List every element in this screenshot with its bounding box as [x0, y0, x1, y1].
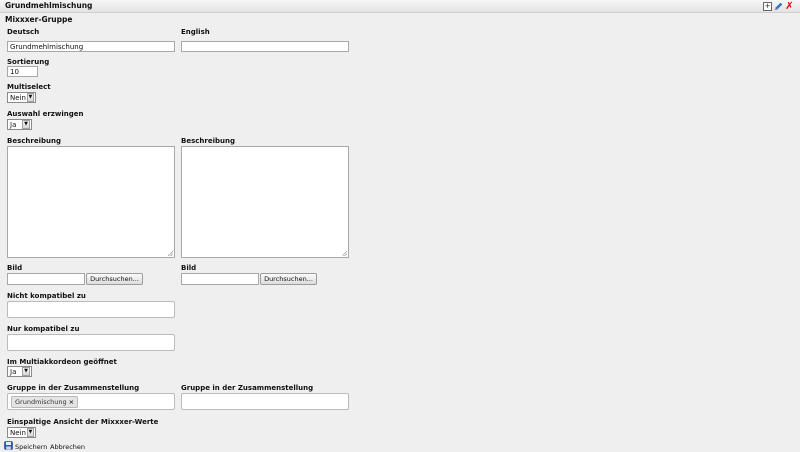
- single-column-select[interactable]: Nein ▼: [7, 427, 36, 438]
- chevron-down-icon: ▼: [26, 93, 34, 102]
- description-en-wrapper: [181, 146, 349, 258]
- accordion-select[interactable]: Ja ▼: [7, 366, 32, 377]
- only-compatible-input[interactable]: [7, 334, 175, 351]
- image-de-file-field[interactable]: [7, 273, 85, 285]
- section-title: Mixxxer-Gruppe: [5, 15, 73, 24]
- resize-grip-icon[interactable]: [168, 251, 173, 256]
- force-value: Ja: [10, 120, 17, 129]
- label-multiakkordeon: Im Multiakkordeon geöffnet: [7, 358, 117, 366]
- description-en-textarea[interactable]: [181, 146, 349, 258]
- cancel-button[interactable]: Abbrechen: [50, 443, 85, 451]
- accordion-value: Ja: [10, 367, 17, 376]
- sort-input[interactable]: 10: [7, 66, 38, 77]
- label-deutsch: Deutsch: [7, 28, 40, 36]
- name-en-input[interactable]: [181, 41, 349, 52]
- label-bild-de: Bild: [7, 264, 23, 272]
- chevron-down-icon: ▼: [22, 367, 30, 376]
- label-gruppe-en: Gruppe in der Zusammenstellung: [181, 384, 314, 392]
- label-nur-kompatibel: Nur kompatibel zu: [7, 325, 80, 333]
- label-gruppe-de: Gruppe in der Zusammenstellung: [7, 384, 140, 392]
- tag-remove-icon[interactable]: ×: [69, 398, 74, 406]
- save-label: Speichern: [15, 442, 48, 451]
- group-de-input[interactable]: Grundmischung ×: [7, 393, 175, 410]
- close-icon[interactable]: ✗: [785, 1, 794, 11]
- description-de-textarea[interactable]: [7, 146, 175, 258]
- multiselect-select[interactable]: Nein ▼: [7, 92, 36, 103]
- label-english: English: [181, 28, 210, 36]
- chevron-down-icon: ▼: [22, 120, 30, 129]
- label-bild-en: Bild: [181, 264, 197, 272]
- browse-de-button[interactable]: Durchsuchen...: [86, 273, 143, 285]
- force-select[interactable]: Ja ▼: [7, 119, 32, 130]
- single-column-value: Nein: [10, 428, 26, 437]
- multiselect-value: Nein: [10, 93, 26, 102]
- label-sortierung: Sortierung: [7, 58, 50, 66]
- name-de-input[interactable]: Grundmehlmischung: [7, 41, 175, 52]
- label-multiselect: Multiselect: [7, 83, 51, 91]
- browse-en-button[interactable]: Durchsuchen...: [260, 273, 317, 285]
- save-button[interactable]: Speichern: [4, 441, 47, 452]
- label-beschreibung-en: Beschreibung: [181, 137, 235, 145]
- incompatible-input[interactable]: [7, 301, 175, 318]
- label-nicht-kompatibel: Nicht kompatibel zu: [7, 292, 86, 300]
- window-title: Grundmehlmischung: [5, 1, 93, 10]
- chevron-down-icon: ▼: [26, 428, 34, 437]
- pencil-icon[interactable]: [774, 2, 783, 11]
- add-icon[interactable]: +: [763, 1, 772, 11]
- label-auswahl-erzwingen: Auswahl erzwingen: [7, 110, 84, 118]
- label-einspaltige-ansicht: Einspaltige Ansicht der Mixxxer-Werte: [7, 418, 159, 426]
- group-tag-label: Grundmischung: [15, 398, 67, 406]
- group-en-input[interactable]: [181, 393, 349, 410]
- floppy-disk-icon: [4, 441, 13, 452]
- group-tag: Grundmischung ×: [11, 396, 79, 408]
- window-title-bar: Grundmehlmischung + ✗: [0, 0, 800, 13]
- label-beschreibung-de: Beschreibung: [7, 137, 61, 145]
- image-en-file-field[interactable]: [181, 273, 259, 285]
- resize-grip-icon[interactable]: [342, 251, 347, 256]
- description-de-wrapper: [7, 146, 175, 258]
- title-bar-actions: + ✗: [763, 0, 794, 12]
